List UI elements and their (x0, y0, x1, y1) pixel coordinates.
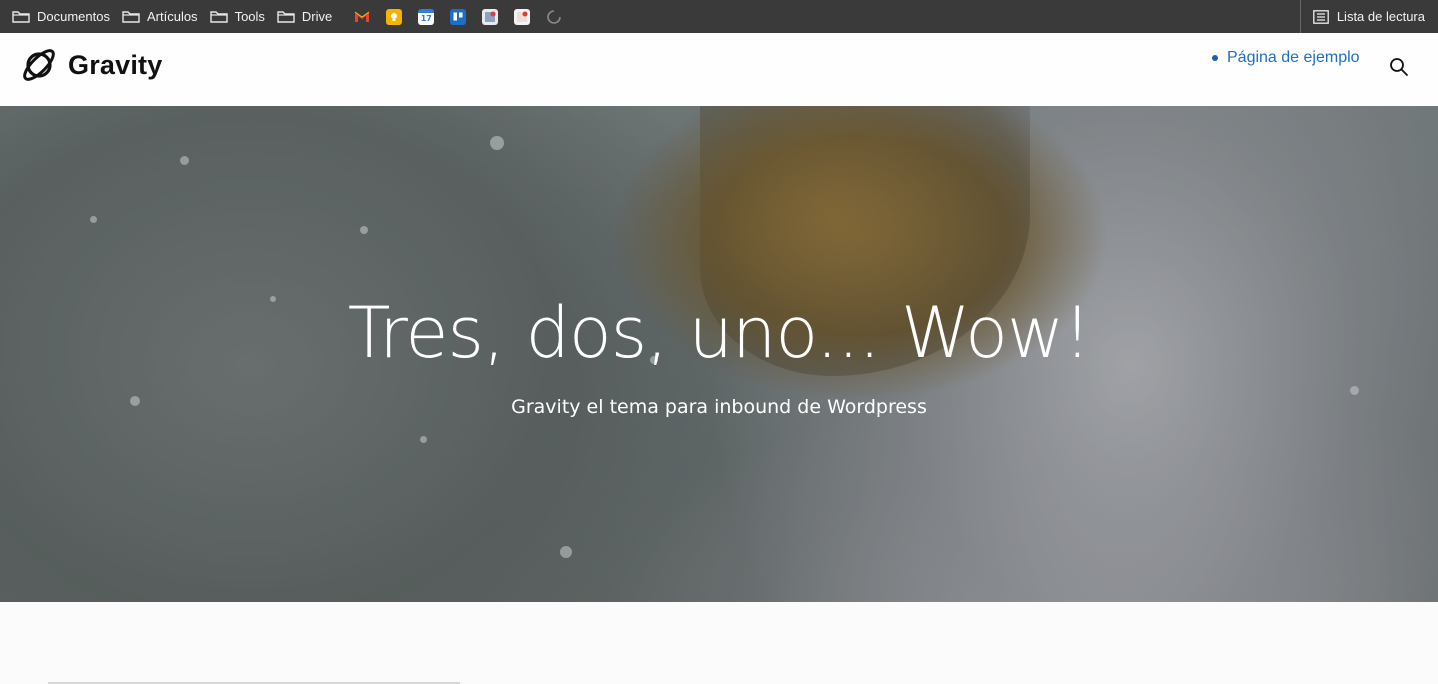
nav-item-pagina-de-ejemplo[interactable]: Página de ejemplo (1227, 49, 1360, 67)
hero-subtitle: Gravity el tema para inbound de Wordpres… (511, 396, 927, 418)
main-nav: Página de ejemplo (1212, 49, 1360, 67)
keep-icon[interactable] (386, 8, 403, 25)
bookmark-folder-articulos[interactable]: Artículos (116, 0, 204, 33)
hero-banner: Tres, dos, uno... Wow! Gravity el tema p… (0, 106, 1438, 602)
folder-icon (12, 11, 30, 23)
search-button[interactable] (1389, 57, 1409, 77)
bookmark-label: Tools (234, 9, 265, 24)
loading-icon[interactable] (546, 9, 562, 25)
reading-list-button[interactable]: Lista de lectura (1299, 0, 1425, 33)
bookmark-label: Documentos (37, 9, 110, 24)
hero-title: Tres, dos, uno... Wow! (347, 292, 1092, 374)
folder-icon (122, 11, 140, 23)
bookmarks-bar: Documentos Artículos Tools Drive 17 List… (0, 0, 1438, 33)
bookmark-label: Artículos (146, 9, 198, 24)
reading-list-icon (1312, 9, 1329, 24)
bookmark-folder-tools[interactable]: Tools (204, 0, 271, 33)
planet-icon (23, 49, 55, 81)
calendar-icon[interactable]: 17 (418, 8, 435, 25)
app-icon-notes[interactable] (514, 8, 531, 25)
gmail-icon[interactable] (354, 9, 370, 25)
site-logo[interactable]: Gravity (18, 44, 162, 86)
folder-icon (209, 11, 228, 23)
bookmark-apps: 17 (346, 8, 570, 25)
site-header: Gravity Página de ejemplo (0, 33, 1438, 106)
app-icon-red[interactable] (482, 8, 499, 25)
trello-icon[interactable] (450, 8, 467, 25)
bookmark-folder-documentos[interactable]: Documentos (6, 0, 116, 33)
bookmark-label: Drive (301, 9, 333, 24)
reading-list-label: Lista de lectura (1336, 9, 1425, 24)
folder-icon (277, 11, 295, 23)
logo-text: Gravity (68, 49, 163, 80)
content-area (0, 602, 1438, 684)
search-icon (1390, 58, 1408, 76)
nav-bullet (1212, 55, 1218, 61)
bookmark-folder-drive[interactable]: Drive (271, 0, 338, 33)
